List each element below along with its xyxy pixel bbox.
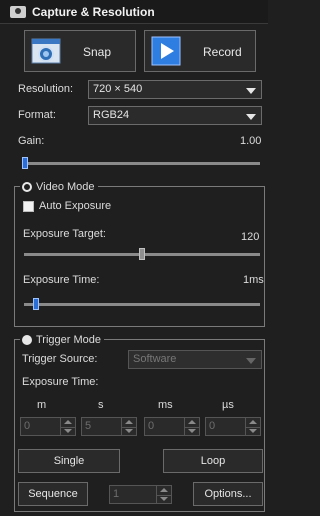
sequence-count-spinbox[interactable]: 1 xyxy=(109,485,172,504)
trigger-source-select[interactable]: Software xyxy=(128,350,262,369)
spin-arrows[interactable] xyxy=(184,418,199,435)
spin-up-icon[interactable] xyxy=(64,420,72,424)
spin-down-icon[interactable] xyxy=(160,497,168,501)
minutes-spinbox[interactable]: 0 xyxy=(20,417,76,436)
chevron-down-icon xyxy=(246,358,256,364)
snap-button[interactable]: Snap xyxy=(24,30,136,72)
spin-arrows[interactable] xyxy=(121,418,136,435)
spin-down-icon[interactable] xyxy=(64,429,72,433)
microseconds-value: 0 xyxy=(209,420,216,432)
format-select[interactable]: RGB24 xyxy=(88,106,262,125)
auto-exposure-checkbox[interactable] xyxy=(23,201,34,212)
spin-arrows[interactable] xyxy=(60,418,75,435)
unit-seconds-label: s xyxy=(98,399,104,411)
video-mode-title: Video Mode xyxy=(36,181,95,193)
seconds-value: 5 xyxy=(85,420,92,432)
spin-down-icon[interactable] xyxy=(125,429,133,433)
video-mode-radio[interactable] xyxy=(22,182,32,193)
exposure-time-label: Exposure Time: xyxy=(23,274,100,286)
snap-label: Snap xyxy=(83,45,112,59)
minutes-value: 0 xyxy=(24,420,31,432)
gain-label: Gain: xyxy=(18,135,45,147)
loop-button[interactable]: Loop xyxy=(163,449,263,473)
exposure-time-value: 1ms xyxy=(243,274,264,286)
gain-slider-thumb[interactable] xyxy=(22,157,28,169)
trigger-mode-legend: Trigger Mode xyxy=(20,333,105,347)
resolution-value: 720 × 540 xyxy=(93,83,143,95)
chevron-down-icon xyxy=(246,114,256,120)
resolution-select[interactable]: 720 × 540 xyxy=(88,80,262,99)
spin-down-icon[interactable] xyxy=(249,429,257,433)
sequence-button[interactable]: Sequence xyxy=(18,482,88,506)
seconds-spinbox[interactable]: 5 xyxy=(81,417,137,436)
exposure-time-slider-track[interactable] xyxy=(24,303,260,306)
sequence-count-value: 1 xyxy=(113,488,120,500)
unit-minutes-label: m xyxy=(37,399,47,411)
exposure-target-slider-thumb[interactable] xyxy=(139,248,145,260)
format-label: Format: xyxy=(18,109,56,121)
spin-down-icon[interactable] xyxy=(188,429,196,433)
record-button[interactable]: Record xyxy=(144,30,256,72)
record-label: Record xyxy=(203,45,242,59)
exposure-target-value: 120 xyxy=(241,231,260,243)
chevron-down-icon xyxy=(246,88,256,94)
gain-slider-track[interactable] xyxy=(22,162,260,165)
unit-microseconds-label: µs xyxy=(222,399,234,411)
spin-up-icon[interactable] xyxy=(125,420,133,424)
spin-arrows[interactable] xyxy=(156,486,171,503)
panel-title: Capture & Resolution xyxy=(32,5,155,19)
unit-milliseconds-label: ms xyxy=(158,399,173,411)
snapshot-icon xyxy=(31,38,61,64)
exposure-time-slider-thumb[interactable] xyxy=(33,298,39,310)
resolution-label: Resolution: xyxy=(18,83,74,95)
options-button[interactable]: Options... xyxy=(193,482,263,506)
camera-icon xyxy=(10,6,26,18)
microseconds-spinbox[interactable]: 0 xyxy=(205,417,261,436)
auto-exposure-label: Auto Exposure xyxy=(39,200,112,212)
trigger-source-label: Trigger Source: xyxy=(22,353,98,365)
milliseconds-value: 0 xyxy=(148,420,155,432)
spin-arrows[interactable] xyxy=(245,418,260,435)
video-mode-legend: Video Mode xyxy=(20,180,98,194)
spin-up-icon[interactable] xyxy=(249,420,257,424)
trigger-mode-title: Trigger Mode xyxy=(36,334,102,346)
panel-titlebar: Capture & Resolution xyxy=(0,0,268,24)
trigger-source-value: Software xyxy=(133,353,177,365)
single-button[interactable]: Single xyxy=(18,449,120,473)
format-value: RGB24 xyxy=(93,109,130,121)
spin-up-icon[interactable] xyxy=(160,488,168,492)
trigger-exposure-time-label: Exposure Time: xyxy=(22,376,99,388)
spin-up-icon[interactable] xyxy=(188,420,196,424)
gain-value: 1.00 xyxy=(240,135,262,147)
milliseconds-spinbox[interactable]: 0 xyxy=(144,417,200,436)
exposure-target-label: Exposure Target: xyxy=(23,228,106,240)
play-icon xyxy=(151,36,181,66)
trigger-mode-radio[interactable] xyxy=(22,335,32,346)
